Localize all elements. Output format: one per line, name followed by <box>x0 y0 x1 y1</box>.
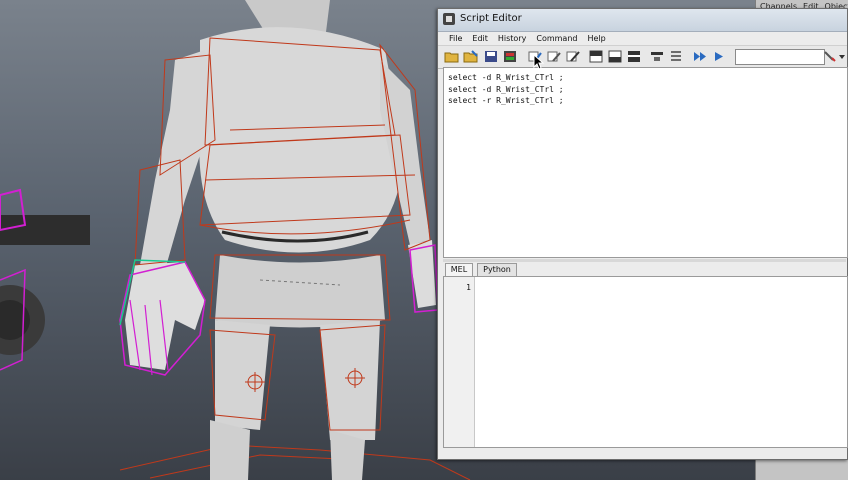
source-script-icon[interactable] <box>463 49 479 64</box>
history-output-pane[interactable]: select -d R_Wrist_CTrl ; select -d R_Wri… <box>443 67 848 258</box>
line-number: 1 <box>466 283 471 292</box>
menu-command[interactable]: Command <box>531 34 582 43</box>
show-input-only-icon[interactable] <box>607 49 623 64</box>
script-editor-window: Script Editor File Edit History Command … <box>437 8 848 460</box>
show-both-icon[interactable] <box>626 49 642 64</box>
menu-file[interactable]: File <box>444 34 467 43</box>
menu-help[interactable]: Help <box>582 34 610 43</box>
command-search-field[interactable] <box>735 49 825 65</box>
tab-bar: MEL Python <box>443 262 846 277</box>
clear-all-icon[interactable] <box>565 49 581 64</box>
history-lines: select -d R_Wrist_CTrl ; select -d R_Wri… <box>448 72 564 107</box>
tab-python[interactable]: Python <box>477 263 517 276</box>
line-number-gutter: 1 <box>444 277 475 447</box>
toolbar <box>438 45 847 69</box>
character-mesh <box>125 0 436 480</box>
clear-input-icon[interactable] <box>546 49 562 64</box>
history-line: select -r R_Wrist_CTrl ; <box>448 96 564 105</box>
tab-mel[interactable]: MEL <box>445 263 473 276</box>
show-line-numbers-icon[interactable] <box>668 49 684 64</box>
history-line: select -d R_Wrist_CTrl ; <box>448 84 564 94</box>
save-selected-to-shelf-icon[interactable] <box>502 49 518 64</box>
show-history-only-icon[interactable] <box>588 49 604 64</box>
ground-control-curve <box>119 444 471 480</box>
background-prop <box>0 188 90 371</box>
title-bar[interactable]: Script Editor <box>438 9 847 32</box>
mouse-cursor-icon <box>533 54 545 70</box>
open-script-icon[interactable] <box>444 49 460 64</box>
window-title: Script Editor <box>460 13 522 24</box>
maya-app-icon <box>443 13 455 25</box>
search-options-icon[interactable] <box>837 49 847 64</box>
mel-input-pane[interactable]: 1 <box>443 276 848 448</box>
search-icon[interactable] <box>822 49 838 64</box>
execute-all-icon[interactable] <box>692 49 708 64</box>
execute-icon[interactable] <box>711 49 727 64</box>
menu-edit[interactable]: Edit <box>467 34 493 43</box>
save-script-icon[interactable] <box>483 49 499 64</box>
history-line: select -d R_Wrist_CTrl ; <box>448 73 564 82</box>
echo-all-commands-icon[interactable] <box>649 49 665 64</box>
code-input-area[interactable] <box>475 277 847 447</box>
menu-bar: File Edit History Command Help <box>438 31 847 45</box>
menu-history[interactable]: History <box>493 34 531 43</box>
